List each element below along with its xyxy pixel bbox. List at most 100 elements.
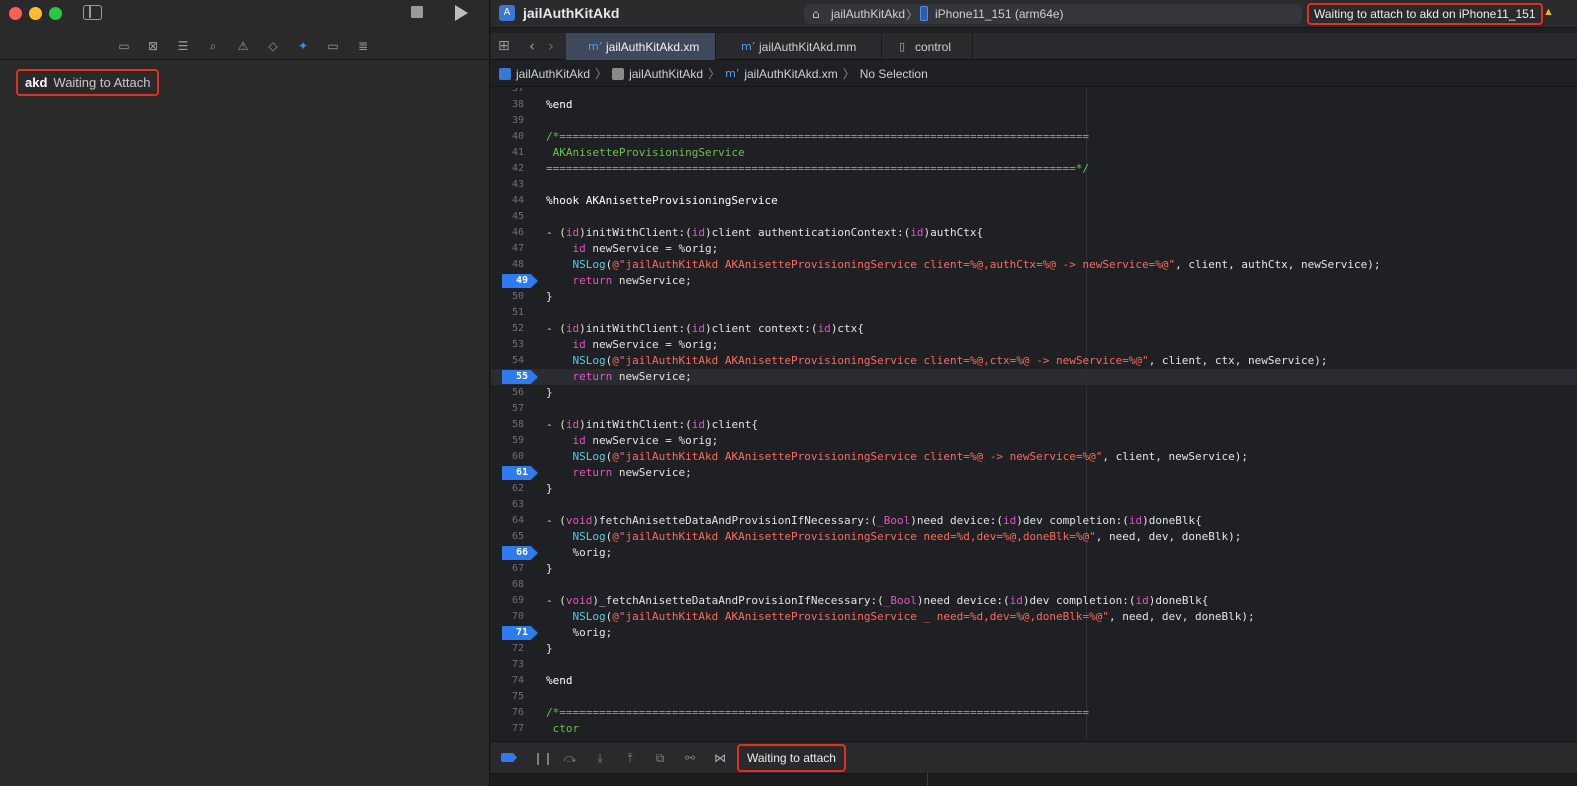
code-line[interactable]: 39 bbox=[491, 113, 1577, 129]
symbol-navigator-icon[interactable]: ☰ bbox=[176, 39, 190, 53]
code-line[interactable]: 43 bbox=[491, 177, 1577, 193]
code-line[interactable]: 69 - (void)_fetchAnisetteDataAndProvision… bbox=[491, 593, 1577, 609]
code-line[interactable]: 58 - (id)initWithClient:(id)client{ bbox=[491, 417, 1577, 433]
line-number[interactable]: 78 bbox=[491, 737, 524, 740]
code-line[interactable]: 37 bbox=[491, 88, 1577, 97]
line-number[interactable]: 77 bbox=[491, 721, 524, 737]
line-number[interactable]: 73 bbox=[491, 657, 524, 673]
source-editor[interactable]: 37 38 %end 39 40 /*==========================… bbox=[491, 88, 1577, 740]
line-number[interactable]: 53 bbox=[491, 337, 524, 353]
line-number[interactable]: 59 bbox=[491, 433, 524, 449]
line-number[interactable]: 76 bbox=[491, 705, 524, 721]
line-number[interactable]: 45 bbox=[491, 209, 524, 225]
test-navigator-diamond-icon[interactable]: ◇ bbox=[266, 39, 280, 53]
line-number[interactable]: 61 bbox=[495, 465, 528, 481]
report-navigator-icon[interactable]: ≣ bbox=[356, 39, 370, 53]
project-navigator-folder-icon[interactable]: ▭ bbox=[117, 39, 131, 53]
code-line[interactable]: 61 return newService; bbox=[491, 465, 1577, 481]
line-number[interactable]: 40 bbox=[491, 129, 524, 145]
line-number[interactable]: 41 bbox=[491, 145, 524, 161]
step-over-icon[interactable]: ⤼ bbox=[563, 751, 577, 765]
line-number[interactable]: 58 bbox=[491, 417, 524, 433]
line-number[interactable]: 39 bbox=[491, 113, 524, 129]
line-number[interactable]: 63 bbox=[491, 497, 524, 513]
debug-navigator-icon[interactable]: ✦ bbox=[296, 39, 310, 53]
code-line[interactable]: 51 bbox=[491, 305, 1577, 321]
debug-area-split-divider[interactable] bbox=[927, 773, 928, 786]
line-number[interactable]: 75 bbox=[491, 689, 524, 705]
find-navigator-search-icon[interactable]: ⌕ bbox=[206, 39, 220, 53]
code-line[interactable]: 67} bbox=[491, 561, 1577, 577]
code-line[interactable]: 52 - (id)initWithClient:(id)client contex… bbox=[491, 321, 1577, 337]
line-number[interactable]: 69 bbox=[491, 593, 524, 609]
code-line[interactable]: 41 AKAnisetteProvisioningService bbox=[491, 145, 1577, 161]
line-number[interactable]: 57 bbox=[491, 401, 524, 417]
line-number[interactable]: 47 bbox=[491, 241, 524, 257]
line-number[interactable]: 44 bbox=[491, 193, 524, 209]
code-line[interactable]: 60 NSLog(@"jailAuthKitAkd AKAnisetteProv… bbox=[491, 449, 1577, 465]
line-number[interactable]: 60 bbox=[491, 449, 524, 465]
code-line[interactable]: 53 id newService = %orig; bbox=[491, 337, 1577, 353]
code-line[interactable]: 68 bbox=[491, 577, 1577, 593]
code-line[interactable]: 63 bbox=[491, 497, 1577, 513]
line-number[interactable]: 66 bbox=[495, 545, 528, 561]
memory-graph-icon[interactable]: ⚯ bbox=[683, 751, 697, 765]
breakpoint-navigator-icon[interactable]: ▭ bbox=[326, 39, 340, 53]
line-number[interactable]: 68 bbox=[491, 577, 524, 593]
navigate-back-icon[interactable]: ‹ bbox=[529, 37, 535, 55]
line-number[interactable]: 48 bbox=[491, 257, 524, 273]
breadcrumb-file[interactable]: jailAuthKitAkd.xm bbox=[744, 67, 837, 81]
code-line[interactable]: 45 bbox=[491, 209, 1577, 225]
line-number[interactable]: 54 bbox=[491, 353, 524, 369]
tab-jailauthkitakd-mm[interactable]: mʼ jailAuthKitAkd.mm bbox=[717, 33, 882, 60]
code-line[interactable]: 71 %orig; bbox=[491, 625, 1577, 641]
code-line[interactable]: 77 ctor bbox=[491, 721, 1577, 737]
breadcrumb-selection[interactable]: No Selection bbox=[860, 67, 928, 81]
line-number[interactable]: 71 bbox=[495, 625, 528, 641]
code-line[interactable]: 38 %end bbox=[491, 97, 1577, 113]
breadcrumb-project[interactable]: jailAuthKitAkd bbox=[516, 67, 590, 81]
minimize-window-button[interactable] bbox=[29, 7, 42, 20]
navigate-forward-icon[interactable]: › bbox=[548, 37, 554, 55]
line-number[interactable]: 43 bbox=[491, 177, 524, 193]
code-line[interactable]: 40 /*====================================… bbox=[491, 129, 1577, 145]
code-line[interactable]: 72} bbox=[491, 641, 1577, 657]
step-out-icon[interactable]: ⤒ bbox=[623, 751, 637, 765]
breakpoints-toggle-icon[interactable] bbox=[501, 753, 517, 762]
code-line[interactable]: 55 return newService; bbox=[491, 369, 1577, 385]
warning-icon[interactable]: ▲ bbox=[1543, 6, 1554, 18]
close-window-button[interactable] bbox=[9, 7, 22, 20]
line-number[interactable]: 64 bbox=[491, 513, 524, 529]
code-line[interactable]: 75 bbox=[491, 689, 1577, 705]
code-line[interactable]: 64 - (void)fetchAnisetteDataAndProvisionI… bbox=[491, 513, 1577, 529]
code-line[interactable]: 50} bbox=[491, 289, 1577, 305]
line-number[interactable]: 38 bbox=[491, 97, 524, 113]
run-icon[interactable] bbox=[455, 5, 468, 21]
breadcrumb-folder[interactable]: jailAuthKitAkd bbox=[629, 67, 703, 81]
code-line[interactable]: 46 - (id)initWithClient:(id)client authen… bbox=[491, 225, 1577, 241]
code-line[interactable]: 59 id newService = %orig; bbox=[491, 433, 1577, 449]
line-number[interactable]: 50 bbox=[491, 289, 524, 305]
stop-icon[interactable] bbox=[411, 6, 423, 18]
line-number[interactable]: 42 bbox=[491, 161, 524, 177]
code-line[interactable]: 47 id newService = %orig; bbox=[491, 241, 1577, 257]
related-items-grid-icon[interactable]: ⊞ bbox=[498, 39, 512, 53]
line-number[interactable]: 67 bbox=[491, 561, 524, 577]
line-number[interactable]: 49 bbox=[495, 273, 528, 289]
issue-navigator-warning-icon[interactable]: ⚠ bbox=[236, 39, 250, 53]
code-line[interactable]: 57 bbox=[491, 401, 1577, 417]
line-number[interactable]: 46 bbox=[491, 225, 524, 241]
code-line[interactable]: 48 NSLog(@"jailAuthKitAkd AKAnisetteProv… bbox=[491, 257, 1577, 273]
line-number[interactable]: 37 bbox=[491, 88, 524, 97]
line-number[interactable]: 56 bbox=[491, 385, 524, 401]
code-line[interactable]: 65 NSLog(@"jailAuthKitAkd AKAnisetteProv… bbox=[491, 529, 1577, 545]
source-control-navigator-icon[interactable]: ⊠ bbox=[146, 39, 160, 53]
process-status-row[interactable]: akd Waiting to Attach bbox=[16, 69, 160, 96]
sidebar-toggle-icon[interactable] bbox=[83, 5, 102, 20]
line-number[interactable]: 70 bbox=[491, 609, 524, 625]
code-line[interactable]: 73 bbox=[491, 657, 1577, 673]
code-line[interactable]: 76 /*====================================… bbox=[491, 705, 1577, 721]
line-number[interactable]: 65 bbox=[491, 529, 524, 545]
tab-control[interactable]: ▯ control bbox=[883, 33, 973, 60]
line-number[interactable]: 51 bbox=[491, 305, 524, 321]
